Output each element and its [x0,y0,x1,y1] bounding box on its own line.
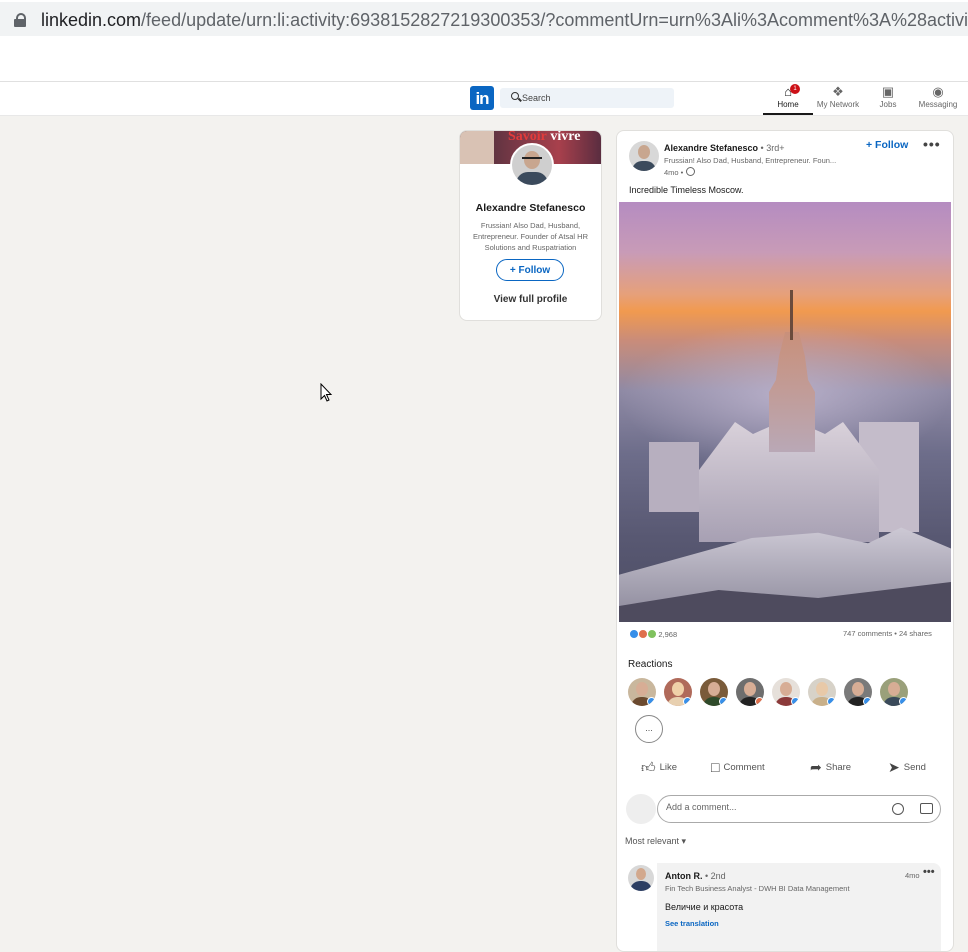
comment-box[interactable] [657,795,941,823]
reactions-heading: Reactions [628,659,673,670]
post-card: Alexandre Stefanesco • 3rd+ Frussian! Al… [616,130,954,952]
reactor-avatar[interactable] [700,678,728,706]
url-text[interactable]: linkedin.com/feed/update/urn:li:activity… [41,10,968,31]
nav-messaging[interactable]: ◉ Messaging [913,84,963,115]
current-user-avatar [626,794,656,824]
reactor-avatar[interactable] [880,678,908,706]
comment-timestamp: 4mo [905,871,920,880]
emoji-icon[interactable] [892,803,904,815]
post-author-headline: Frussian! Also Dad, Husband, Entrepreneu… [664,156,837,165]
browser-address-bar: linkedin.com/feed/update/urn:li:activity… [0,0,968,38]
network-icon: ❖ [832,84,844,99]
search-icon [511,92,519,100]
sort-comments-dropdown[interactable]: Most relevant ▾ [625,836,686,847]
like-button[interactable]: 👍︎ Like [641,759,677,776]
lock-icon[interactable] [14,13,26,27]
comment-button[interactable]: □ Comment [711,759,765,775]
chat-icon: ◉ [932,84,944,99]
nav-jobs-label: Jobs [879,100,897,109]
like-badge-icon [683,697,692,706]
share-arrow-icon: ➦ [810,759,822,775]
reactor-avatar[interactable] [628,678,656,706]
post-image[interactable] [619,202,951,622]
linkedin-logo-icon[interactable]: in [470,86,494,110]
comment-input[interactable] [666,802,866,812]
notification-badge: 1 [790,84,800,94]
like-badge-icon [863,697,872,706]
post-text: Incredible Timeless Moscow. [629,185,744,195]
reaction-count: 2,968 [658,630,678,639]
search-input[interactable] [522,89,662,107]
send-icon: ➤ [888,759,900,775]
reactor-avatar[interactable] [844,678,872,706]
nav-jobs[interactable]: ▣ Jobs [863,84,913,115]
post-follow-button[interactable]: + Follow [866,139,908,151]
profile-headline: Frussian! Also Dad, Husband, Entrepreneu… [472,221,589,252]
comment-menu-icon[interactable]: ••• [923,866,935,878]
briefcase-icon: ▣ [881,84,895,99]
reactor-avatar[interactable] [664,678,692,706]
more-reactors-button[interactable]: ... [635,715,663,743]
thumbs-up-icon: 👍︎ [641,759,656,775]
search-bar[interactable] [500,88,674,108]
reaction-summary[interactable]: 2,968 [629,629,677,639]
reactor-avatar[interactable] [808,678,836,706]
commenter-name[interactable]: Anton R. • 2nd [665,871,726,881]
nav-my-network-label: My Network [816,100,860,109]
like-badge-icon [791,697,800,706]
comment-icon: □ [711,759,720,775]
reactor-avatars [628,678,948,708]
commenter-avatar[interactable] [628,865,654,891]
commenter-headline: Fin Tech Business Analyst - DWH BI Data … [665,884,850,893]
reactor-avatar[interactable] [736,678,764,706]
profile-name[interactable]: Alexandre Stefanesco [460,202,601,214]
comment-item: Anton R. • 2nd Fin Tech Business Analyst… [657,863,941,951]
linkedin-top-nav: in ⌂ 1 Home ❖ My Network ▣ Jobs ◉ Messag… [0,82,968,116]
send-button[interactable]: ➤ Send [888,759,926,776]
like-badge-icon [899,697,908,706]
nav-home-label: Home [777,100,799,109]
banner-photo [460,131,494,164]
address-field[interactable]: linkedin.com/feed/update/urn:li:activity… [0,2,968,36]
view-full-profile-link[interactable]: View full profile [460,294,601,305]
share-button[interactable]: ➦ Share [810,759,851,776]
reactor-avatar[interactable] [772,678,800,706]
mouse-cursor-icon [320,383,333,402]
post-author-avatar[interactable] [629,141,659,171]
post-author-name[interactable]: Alexandre Stefanesco • 3rd+ [664,143,784,153]
like-badge-icon [827,697,836,706]
profile-avatar[interactable] [510,143,554,187]
love-badge-icon [755,697,764,706]
bookmark-bar [0,38,968,82]
nav-messaging-label: Messaging [918,100,958,109]
comment-text: Величие и красота [665,902,744,912]
comments-shares-count[interactable]: 747 comments • 24 shares [843,629,932,638]
banner-text: Savoir vivre [508,130,581,144]
profile-card: Savoir vivre Alexandre Stefanesco Frussi… [459,130,602,321]
post-timestamp: 4mo • [664,167,696,177]
post-action-bar: 👍︎ Like □ Comment ➦ Share ➤ Send [617,759,953,781]
like-badge-icon [647,697,656,706]
profile-follow-button[interactable]: + Follow [496,259,564,281]
image-icon[interactable] [920,803,933,814]
nav-home[interactable]: ⌂ 1 Home [763,84,813,115]
post-menu-icon[interactable]: ••• [923,136,941,152]
like-badge-icon [719,697,728,706]
celebrate-reaction-icon [647,629,658,639]
globe-icon [686,167,696,176]
home-icon: ⌂ [784,84,792,99]
nav-my-network[interactable]: ❖ My Network [813,84,863,115]
